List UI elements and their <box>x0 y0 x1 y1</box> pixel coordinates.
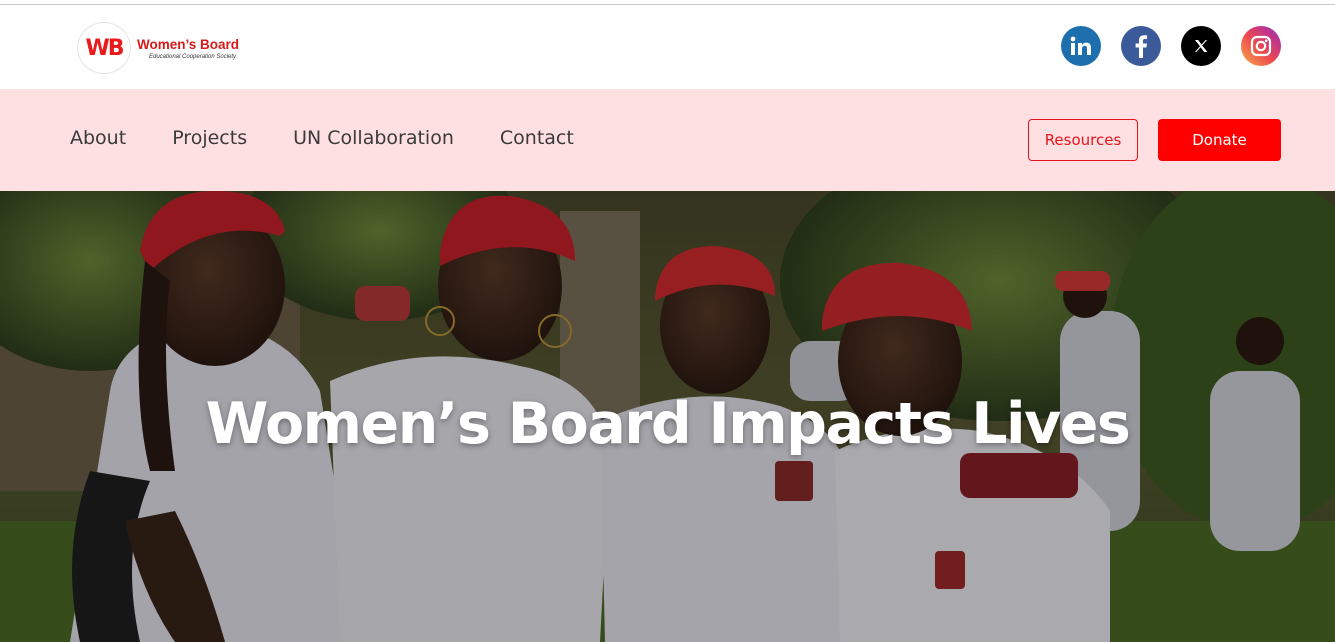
nav-about[interactable]: About <box>70 127 126 149</box>
main-nav: About Projects UN Collaboration Contact … <box>0 89 1335 191</box>
nav-projects[interactable]: Projects <box>172 127 247 149</box>
x-icon <box>1195 40 1208 52</box>
facebook-link[interactable] <box>1121 26 1161 66</box>
linkedin-icon <box>1070 36 1091 55</box>
nav-un-collaboration[interactable]: UN Collaboration <box>293 127 454 149</box>
facebook-icon <box>1135 35 1148 58</box>
linkedin-link[interactable] <box>1061 26 1101 66</box>
site-logo[interactable]: WB Women’s Board Educational Cooperation… <box>77 22 262 74</box>
resources-button[interactable]: Resources <box>1028 119 1138 161</box>
hero-section: Women’s Board Impacts Lives <box>0 191 1335 642</box>
donate-button[interactable]: Donate <box>1158 119 1281 161</box>
instagram-icon <box>1250 35 1272 57</box>
nav-contact[interactable]: Contact <box>500 127 574 149</box>
logo-mark-text: WB <box>85 35 124 61</box>
nav-links: About Projects UN Collaboration Contact <box>70 127 620 149</box>
x-link[interactable] <box>1181 26 1221 66</box>
social-links <box>1061 26 1281 66</box>
logo-subtitle: Educational Cooperation Society <box>149 53 237 60</box>
logo-words: Women’s Board Educational Cooperation So… <box>137 37 239 60</box>
site-header: WB Women’s Board Educational Cooperation… <box>0 5 1335 89</box>
hero-title: Women’s Board Impacts Lives <box>205 391 1131 457</box>
page: WB Women’s Board Educational Cooperation… <box>0 0 1335 642</box>
logo-title: Women’s Board <box>137 36 240 52</box>
instagram-link[interactable] <box>1241 26 1281 66</box>
logo-mark: WB <box>77 22 131 74</box>
